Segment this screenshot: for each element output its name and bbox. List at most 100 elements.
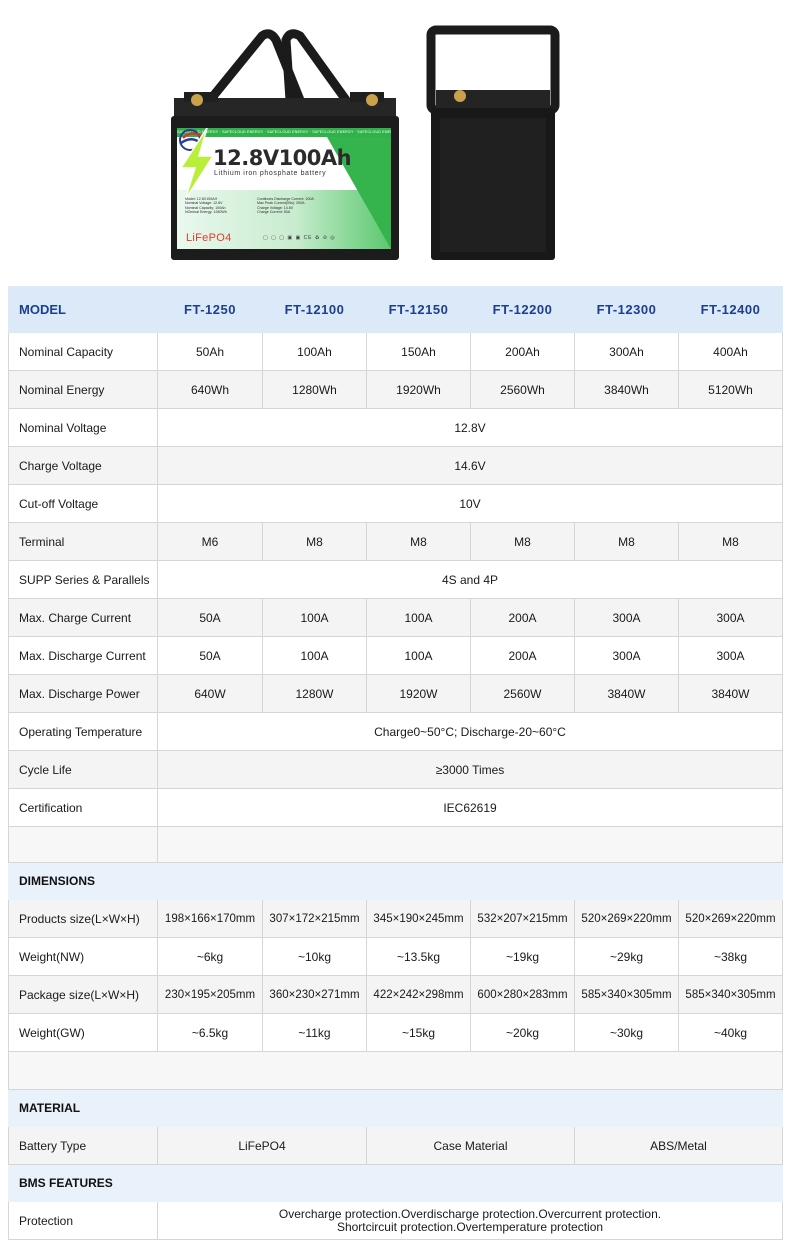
table-row: Max. Discharge Power 640W 1280W 1920W 25… [8,674,783,713]
cell-value: 360×230×271mm [262,975,367,1014]
table-row: Package size(L×W×H) 230×195×205mm 360×23… [8,975,783,1014]
cell-value: ~15kg [366,1013,471,1052]
model-name: FT-12400 [678,286,783,333]
row-label: Battery Type [8,1126,158,1165]
lightning-bolt-icon [179,128,215,200]
cell-value: 50A [157,636,263,675]
row-label: Max. Charge Current [8,598,158,637]
cell-value: 585×340×305mm [678,975,783,1014]
row-label: Operating Temperature [8,712,158,751]
cell-value: 100A [366,636,471,675]
cell-value: M8 [262,522,367,561]
cell-value: Overcharge protection.Overdischarge prot… [157,1201,783,1240]
cell-value: LiFePO4 [157,1126,367,1165]
label-specs-left: Model: 12.8V100AH Nominal Voltage: 12.8V… [185,197,227,215]
row-label: Cut-off Voltage [8,484,158,523]
cell-value: 10V [157,484,783,523]
cell-value: 400Ah [678,332,783,371]
row-label: Package size(L×W×H) [8,975,158,1014]
cell-value: 200A [470,636,575,675]
row-label: Cycle Life [8,750,158,789]
cell-value: 100Ah [262,332,367,371]
cell-value: 640Wh [157,370,263,409]
section-header-bms: BMS FEATURES [8,1164,783,1202]
row-label: Case Material [366,1126,575,1165]
cell-value: 100A [262,636,367,675]
cell-value: 585×340×305mm [574,975,679,1014]
cell-value: M8 [366,522,471,561]
cell-value: 230×195×205mm [157,975,263,1014]
cell-value: 1920Wh [366,370,471,409]
cell-value: 1280Wh [262,370,367,409]
cell-value: ~11kg [262,1013,367,1052]
label-specs-right: Continues Discharge Current: 100A Max Pe… [257,197,314,215]
cell-value: 198×166×170mm [157,899,263,938]
cell-value: 4S and 4P [157,560,783,599]
row-label: Nominal Voltage [8,408,158,447]
table-row: Charge Voltage 14.6V [8,446,783,485]
row-label: Protection [8,1201,158,1240]
section-title: BMS FEATURES [8,1164,783,1202]
row-label: Charge Voltage [8,446,158,485]
cell-value: 300A [574,598,679,637]
label-subtitle: Lithium iron phosphate battery [214,170,327,177]
terminal-negative [366,94,378,106]
table-row: Weight(NW) ~6kg ~10kg ~13.5kg ~19kg ~29k… [8,937,783,976]
cell-value: ~20kg [470,1013,575,1052]
cell-value: ~13.5kg [366,937,471,976]
row-label: SUPP Series & Parallels [8,560,158,599]
model-name: FT-12300 [574,286,679,333]
cell-value: ABS/Metal [574,1126,783,1165]
table-row: Max. Discharge Current 50A 100A 100A 200… [8,636,783,675]
cell-value: ~29kg [574,937,679,976]
cell-value: 307×172×215mm [262,899,367,938]
table-row: Weight(GW) ~6.5kg ~11kg ~15kg ~20kg ~30k… [8,1013,783,1052]
cell-value: 50A [157,598,263,637]
cell-value: 532×207×215mm [470,899,575,938]
cell-value: 600×280×283mm [470,975,575,1014]
row-label: Products size(L×W×H) [8,899,158,938]
cell-value: ~40kg [678,1013,783,1052]
table-row: Certification IEC62619 [8,788,783,827]
battery-label: SAFECLOUD ENERGY · SAFECLOUD ENERGY · SA… [177,128,391,249]
table-row: Terminal M6 M8 M8 M8 M8 M8 [8,522,783,561]
cell-value: 300A [678,598,783,637]
protection-line-2: Shortcircuit protection.Overtemperature … [336,1219,604,1234]
cell-value: 1920W [366,674,471,713]
cell-value: 300A [678,636,783,675]
cell-value: ~6.5kg [157,1013,263,1052]
cell-value: 200A [470,598,575,637]
table-row: Nominal Capacity 50Ah 100Ah 150Ah 200Ah … [8,332,783,371]
cell-value: 100A [262,598,367,637]
cell-value: 520×269×220mm [574,899,679,938]
cell-value: 200Ah [470,332,575,371]
row-label: Nominal Energy [8,370,158,409]
cell-value: 520×269×220mm [678,899,783,938]
cell-value: 3840W [574,674,679,713]
header-model-label: MODEL [8,286,158,333]
cell-value: 100A [366,598,471,637]
cell-value: M8 [574,522,679,561]
label-title: 12.8V100Ah [213,146,352,170]
cell-value: M6 [157,522,263,561]
cell-value: M8 [678,522,783,561]
section-header-material: MATERIAL [8,1089,783,1127]
cell-value: 300Ah [574,332,679,371]
cell-value: ~30kg [574,1013,679,1052]
spec-table: MODEL FT-1250 FT-12100 FT-12150 FT-12200… [8,286,783,1240]
cell-value: 300A [574,636,679,675]
cell-value: 422×242×298mm [366,975,471,1014]
table-row: Products size(L×W×H) 198×166×170mm 307×1… [8,899,783,938]
terminal-positive [191,94,203,106]
cell-value: 3840W [678,674,783,713]
model-name: FT-12100 [262,286,367,333]
table-row: Operating Temperature Charge0~50°C; Disc… [8,712,783,751]
product-photo: SAFECLOUD ENERGY · SAFECLOUD ENERGY · SA… [0,0,790,280]
cell-value: 345×190×245mm [366,899,471,938]
cell-value: ~38kg [678,937,783,976]
battery-illustration [171,25,560,260]
table-row: SUPP Series & Parallels 4S and 4P [8,560,783,599]
spacer-row [8,826,783,863]
model-name: FT-1250 [157,286,263,333]
table-row: Nominal Voltage 12.8V [8,408,783,447]
